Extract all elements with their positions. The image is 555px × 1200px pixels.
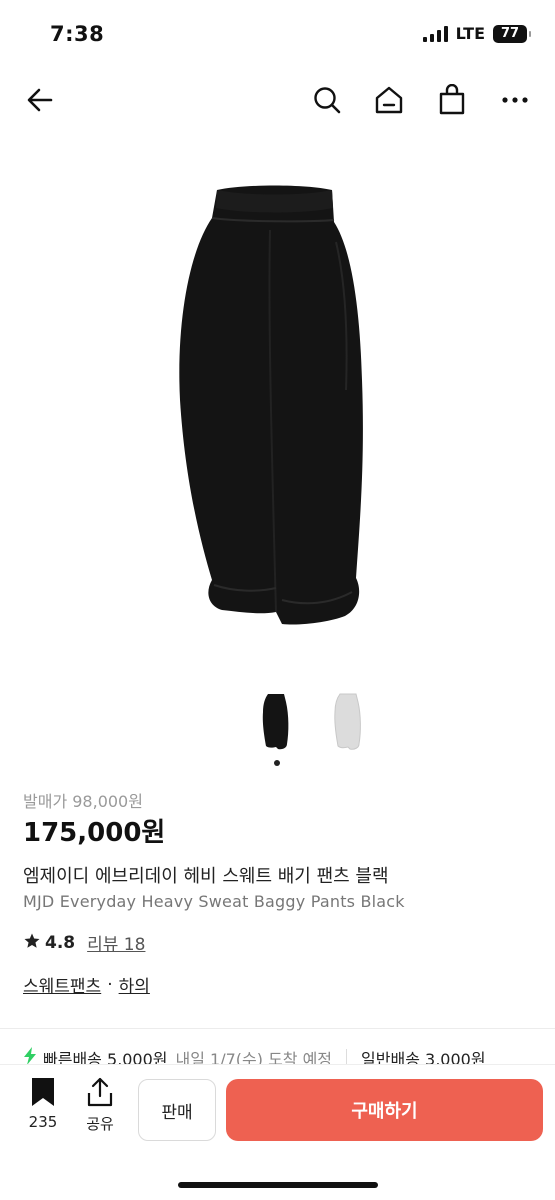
share-button[interactable]: 공유 <box>80 1077 120 1134</box>
thumbnail-grey-pants[interactable] <box>328 690 368 752</box>
status-indicators: LTE 77 <box>422 24 531 43</box>
buy-button[interactable]: 구매하기 <box>226 1079 543 1141</box>
more-dots-icon[interactable] <box>497 82 533 118</box>
product-title-korean: 엠제이디 에브리데이 헤비 스웨트 배기 팬츠 블랙 <box>23 866 389 887</box>
thumbnail-black-pants[interactable] <box>256 690 296 752</box>
shopping-bag-icon[interactable] <box>434 82 470 118</box>
category-link-sweatpants[interactable]: 스웨트팬츠 <box>23 972 101 997</box>
battery-icon: 77 <box>493 24 531 43</box>
release-price: 발매가 98,000원 <box>23 792 143 811</box>
back-arrow-icon[interactable] <box>22 82 58 118</box>
gallery-page-indicator <box>274 760 280 766</box>
product-title-english: MJD Everyday Heavy Sweat Baggy Pants Bla… <box>23 892 405 911</box>
category-separator: · <box>107 974 113 995</box>
bookmark-count: 235 <box>28 1113 58 1131</box>
home-icon[interactable] <box>371 82 407 118</box>
star-icon <box>23 932 41 954</box>
product-image[interactable] <box>0 160 555 660</box>
category-link-bottoms[interactable]: 하의 <box>119 972 150 997</box>
status-bar: 7:38 LTE 77 <box>0 0 555 70</box>
current-price: 175,000원 <box>23 818 166 848</box>
search-icon[interactable] <box>309 82 345 118</box>
bookmark-icon <box>30 1078 56 1111</box>
rating-row: 4.8 리뷰 18 <box>23 930 145 955</box>
signal-icon <box>422 25 448 42</box>
top-nav-bar <box>0 70 555 128</box>
network-label: LTE <box>455 24 485 43</box>
product-detail-page: 7:38 LTE 77 발매가 98,000원 175,000원 엠제이디 에브… <box>0 0 555 1200</box>
image-thumbnails <box>0 690 555 760</box>
section-divider <box>0 1028 555 1029</box>
status-time: 7:38 <box>50 22 105 46</box>
category-breadcrumb: 스웨트팬츠 · 하의 <box>23 972 150 998</box>
bookmark-button[interactable]: 235 <box>22 1077 64 1131</box>
bottom-action-bar: 235 공유 판매 구매하기 <box>0 1064 555 1200</box>
sell-button[interactable]: 판매 <box>138 1079 216 1141</box>
share-icon <box>86 1077 114 1111</box>
review-link[interactable]: 리뷰 18 <box>87 930 145 955</box>
home-indicator <box>178 1182 378 1188</box>
rating-value: 4.8 <box>45 932 76 953</box>
share-label: 공유 <box>86 1115 114 1133</box>
